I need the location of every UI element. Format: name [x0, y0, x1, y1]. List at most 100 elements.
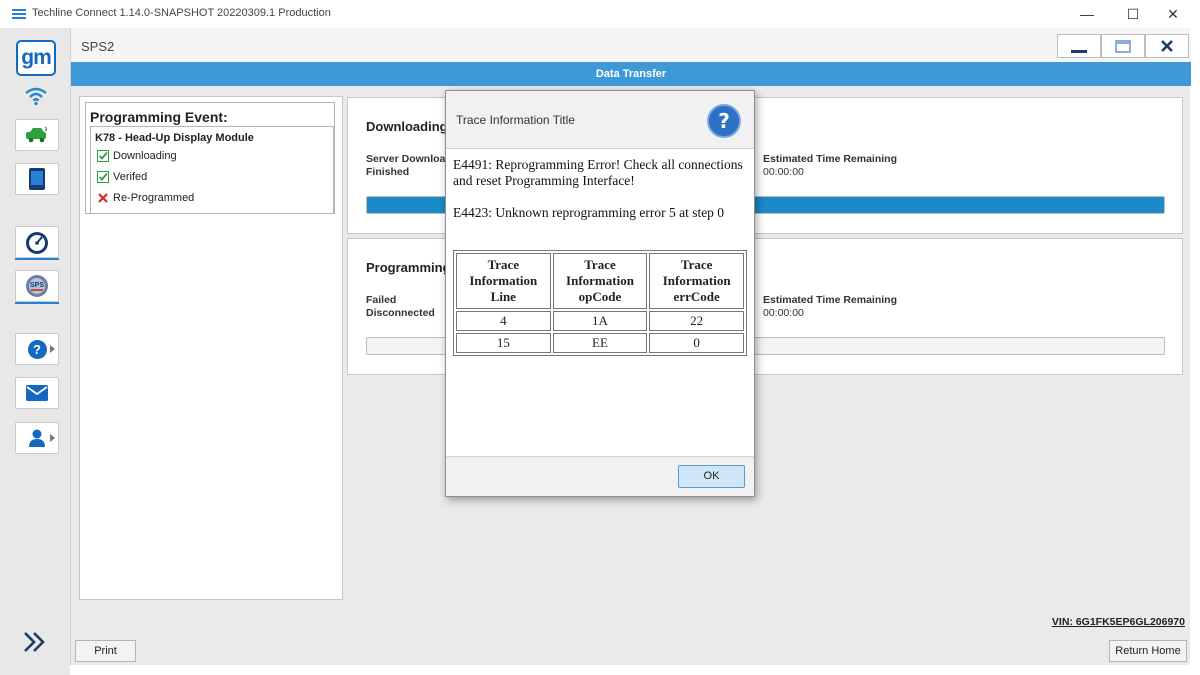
vin-link[interactable]: VIN: 6G1FK5EP6GL206970 — [1052, 616, 1185, 628]
mail-icon — [26, 385, 48, 401]
dialog-header: Trace Information Title ? — [446, 91, 754, 149]
device-icon — [29, 168, 45, 190]
header-word: errCode — [673, 289, 720, 304]
header-word: Trace — [487, 257, 520, 272]
table-cell: 22 — [649, 311, 744, 331]
module-box: K78 - Head-Up Display Module Downloading — [90, 126, 334, 214]
maximize-icon — [1115, 39, 1131, 53]
header-word: Information — [566, 273, 634, 288]
trace-table: Trace Information Line Trace Information… — [453, 250, 747, 356]
header-word: Information — [469, 273, 538, 288]
sps-icon: SPS — [26, 275, 48, 297]
step-label: Verifed — [113, 171, 148, 183]
close-icon — [1161, 40, 1173, 52]
programming-event-box: Programming Event: K78 - Head-Up Display… — [85, 102, 335, 214]
sidebar-item-user[interactable] — [15, 422, 59, 454]
table-cell: EE — [552, 333, 648, 353]
time-remaining-value: 00:00:00 — [763, 166, 804, 178]
trace-information-dialog: Trace Information Title ? E4491: Reprogr… — [445, 90, 755, 497]
help-icon[interactable]: ? — [707, 104, 741, 138]
column-header-opcode: Trace Information opCode — [552, 253, 648, 309]
programming-event-heading: Programming Event: — [90, 109, 228, 125]
programming-status-line1: Failed — [366, 294, 397, 306]
gauge-icon — [26, 232, 48, 254]
column-header-errcode: Trace Information errCode — [649, 253, 744, 309]
sidebar-item-help[interactable]: ? — [15, 333, 59, 365]
step-reprogrammed: Re-Programmed — [97, 192, 194, 204]
dialog-footer: OK — [446, 456, 754, 496]
table-cell: 15 — [456, 333, 551, 353]
programming-status-line2: Disconnected — [366, 307, 435, 319]
sidebar-item-mail[interactable] — [15, 377, 59, 409]
step-downloading: Downloading — [97, 150, 177, 162]
wifi-icon — [24, 86, 48, 109]
app-icon — [12, 9, 26, 19]
error-message-1: E4491: Reprogramming Error! Check all co… — [453, 157, 743, 188]
dialog-message: E4491: Reprogramming Error! Check all co… — [453, 157, 749, 237]
header-word: Information — [662, 273, 731, 288]
data-transfer-banner: Data Transfer — [71, 62, 1191, 86]
sps-icon-label: SPS — [30, 282, 44, 289]
checkbox-checked-icon — [97, 150, 109, 162]
sidebar-item-device[interactable] — [15, 163, 59, 195]
header-word: opCode — [578, 289, 622, 304]
dialog-title: Trace Information Title — [456, 113, 575, 127]
time-remaining-value: 00:00:00 — [763, 307, 804, 319]
step-label: Downloading — [113, 150, 177, 162]
header-word: Trace — [680, 257, 713, 272]
sidebar-item-diagnostics[interactable] — [15, 226, 59, 258]
programming-event-panel: Programming Event: K78 - Head-Up Display… — [79, 96, 343, 600]
programming-status: Failed Disconnected — [366, 294, 435, 320]
table-header-row: Trace Information Line Trace Information… — [456, 253, 744, 309]
download-time-remaining: Estimated Time Remaining 00:00:00 — [763, 153, 897, 179]
table-cell: 1A — [552, 311, 648, 331]
table-row: 15 EE 0 — [456, 333, 744, 353]
module-name: K78 - Head-Up Display Module — [95, 132, 254, 144]
help-icon: ? — [27, 339, 47, 359]
header-word: Line — [490, 289, 516, 304]
expand-sidebar-button[interactable] — [10, 618, 60, 666]
active-indicator-sps — [15, 302, 59, 304]
table-row: 4 1A 22 — [456, 311, 744, 331]
programming-title: Programming — [366, 260, 451, 275]
window-title: Techline Connect 1.14.0-SNAPSHOT 2022030… — [32, 7, 331, 19]
double-chevron-right-icon — [24, 632, 45, 652]
download-status-line2: Finished — [366, 166, 410, 178]
user-icon — [29, 429, 45, 447]
header-word: Trace — [584, 257, 616, 272]
panel-minimize-button[interactable] — [1057, 34, 1101, 58]
sidebar: gm SPS ? — [0, 28, 70, 675]
chevron-right-icon — [50, 434, 55, 442]
gm-logo: gm — [16, 40, 56, 76]
minimize-button[interactable]: — — [1064, 0, 1110, 28]
minimize-icon — [1071, 49, 1087, 53]
step-label: Re-Programmed — [113, 192, 195, 204]
sidebar-item-vehicle[interactable] — [15, 119, 59, 151]
downloading-title: Downloading — [366, 119, 448, 134]
column-header-line: Trace Information Line — [456, 253, 551, 309]
time-remaining-label: Estimated Time Remaining — [763, 153, 898, 165]
sps-header: SPS2 — [71, 28, 1191, 62]
checkbox-checked-icon — [97, 171, 109, 183]
active-indicator — [15, 258, 59, 260]
page-title: SPS2 — [81, 39, 115, 54]
programming-time-remaining: Estimated Time Remaining 00:00:00 — [763, 294, 897, 320]
vehicle-icon — [26, 126, 48, 143]
panel-close-button[interactable] — [1145, 34, 1189, 58]
ok-button[interactable]: OK — [678, 465, 745, 488]
table-cell: 0 — [649, 333, 744, 353]
time-remaining-label: Estimated Time Remaining — [763, 294, 898, 306]
error-x-icon — [98, 193, 108, 203]
sidebar-item-sps[interactable]: SPS — [15, 270, 59, 302]
title-bar: Techline Connect 1.14.0-SNAPSHOT 2022030… — [0, 0, 1200, 28]
print-button[interactable]: Print — [75, 640, 136, 662]
download-status: Server Download Finished — [366, 153, 452, 179]
step-verified: Verifed — [97, 171, 147, 183]
panel-maximize-button[interactable] — [1101, 34, 1145, 58]
error-message-2: E4423: Unknown reprogramming error 5 at … — [453, 205, 725, 220]
return-home-button[interactable]: Return Home — [1109, 640, 1187, 662]
close-button[interactable]: ✕ — [1150, 0, 1196, 28]
download-status-line1: Server Download — [366, 153, 452, 165]
app-window: Techline Connect 1.14.0-SNAPSHOT 2022030… — [0, 0, 1200, 675]
table-cell: 4 — [456, 311, 551, 331]
